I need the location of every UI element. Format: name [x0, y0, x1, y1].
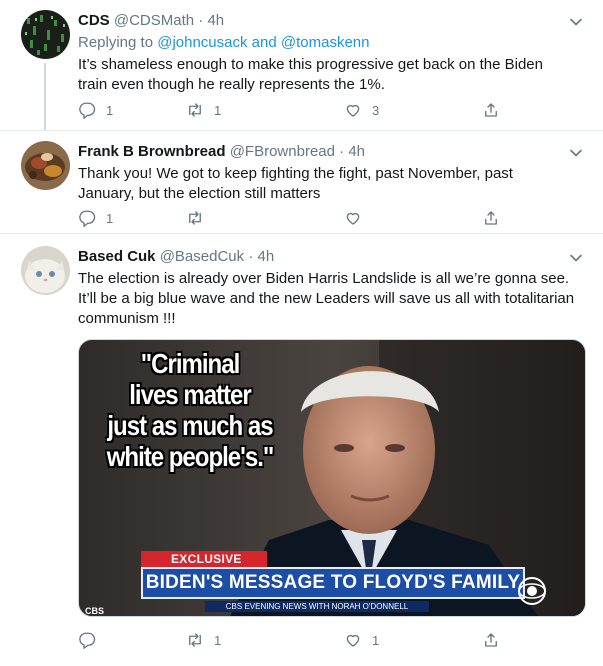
reply-count: 1 — [106, 210, 114, 226]
mention-link[interactable]: @tomaskenn — [281, 34, 370, 51]
share-icon — [485, 633, 497, 647]
tweet-text: It’s shameless enough to make this progr… — [78, 55, 585, 95]
thread-line — [44, 63, 46, 130]
exclusive-banner: EXCLUSIVE — [141, 551, 267, 567]
tweet-text-line: It’ll be a big blue wave and the new Lea… — [78, 290, 575, 307]
retweet-button[interactable] — [186, 208, 214, 228]
reply-icon — [79, 210, 96, 227]
reply-button[interactable]: 1 — [78, 208, 113, 228]
reply-button[interactable] — [78, 630, 106, 650]
tweet-text: The election is already over Biden Harri… — [78, 269, 585, 329]
separator: · — [198, 12, 204, 29]
like-count: 1 — [372, 632, 380, 648]
replying-to: Replying to @johncusack and @tomaskenn — [78, 33, 585, 53]
tweet-text-line: train even though he really represents t… — [78, 76, 385, 93]
like-count: 3 — [372, 102, 380, 118]
tweet-header: Based Cuk @BasedCuk · 4h — [78, 247, 585, 267]
tweet-actions: 1 — [78, 208, 508, 228]
user-handle[interactable]: @CDSMath — [114, 12, 194, 29]
tweet-text: Thank you! We got to keep fighting the f… — [78, 164, 585, 204]
user-handle[interactable]: @BasedCuk — [160, 248, 244, 265]
chevron-down-icon[interactable] — [569, 251, 583, 265]
reply-count: 1 — [106, 102, 114, 118]
tweet-1[interactable]: CDS @CDSMath · 4h Replying to @johncusac… — [0, 0, 603, 130]
tweet-text-line: The election is already over Biden Harri… — [78, 270, 570, 287]
avatar-based-cuk[interactable] — [21, 246, 70, 295]
mention-link[interactable]: @johncusack — [157, 34, 247, 51]
share-icon — [485, 211, 497, 225]
share-icon — [485, 103, 497, 117]
like-button[interactable]: 3 — [344, 100, 379, 120]
retweet-icon — [189, 633, 201, 647]
quote-line: "Criminal — [140, 348, 241, 379]
quote-line: just as much as — [107, 410, 273, 441]
chevron-down-icon[interactable] — [569, 146, 583, 160]
avatar-frank[interactable] — [21, 141, 70, 190]
cbs-corner-logo: CBS — [85, 606, 105, 616]
like-button[interactable] — [344, 208, 372, 228]
timestamp[interactable]: 4h — [207, 12, 224, 29]
news-headline-banner: BIDEN'S MESSAGE TO FLOYD'S FAMILY — [141, 567, 525, 599]
tweet-text-line: It’s shameless enough to make this progr… — [78, 56, 543, 73]
like-icon — [346, 634, 360, 647]
reply-button[interactable]: 1 — [78, 100, 113, 120]
tweet-media-image[interactable]: "Criminal lives matter just as much as w… — [78, 339, 586, 617]
tweet-2[interactable]: Frank B Brownbread @FBrownbread · 4h Tha… — [0, 131, 603, 233]
reply-icon — [79, 102, 96, 119]
like-icon — [346, 212, 360, 225]
retweet-button[interactable]: 1 — [186, 630, 221, 650]
replying-to-label: Replying to — [78, 34, 154, 51]
tweet-actions: 1 1 3 — [78, 100, 508, 120]
reply-and[interactable]: and — [252, 34, 277, 51]
quote-line: lives matter — [129, 379, 252, 410]
tweet-text-line: communism !!! — [78, 310, 176, 327]
quote-line: white people's." — [106, 441, 275, 472]
user-handle[interactable]: @FBrownbread — [230, 143, 335, 160]
tweet-text-line: Thank you! We got to keep fighting the f… — [78, 165, 513, 182]
retweet-icon — [189, 103, 201, 117]
chevron-down-icon[interactable] — [569, 15, 583, 29]
news-program-bar: CBS EVENING NEWS WITH NORAH O'DONNELL — [205, 601, 429, 612]
display-name[interactable]: Frank B Brownbread — [78, 143, 226, 160]
tweet-actions: 1 1 — [78, 630, 508, 650]
retweet-count: 1 — [214, 102, 222, 118]
share-button[interactable] — [482, 100, 500, 120]
like-icon — [346, 104, 360, 117]
quote-overlay: "Criminal lives matter just as much as w… — [98, 348, 282, 472]
display-name[interactable]: Based Cuk — [78, 248, 156, 265]
tweet-header: CDS @CDSMath · 4h — [78, 11, 585, 31]
reply-icon — [79, 632, 96, 649]
share-button[interactable] — [482, 630, 500, 650]
cbs-eye-logo-icon — [518, 577, 546, 605]
tweet-text-line: January, but the election still matters — [78, 185, 321, 202]
retweet-icon — [189, 211, 201, 225]
tweet-header: Frank B Brownbread @FBrownbread · 4h — [78, 142, 585, 162]
timestamp[interactable]: 4h — [348, 143, 365, 160]
share-button[interactable] — [482, 208, 500, 228]
separator: · — [248, 248, 254, 265]
like-button[interactable]: 1 — [344, 630, 379, 650]
display-name[interactable]: CDS — [78, 12, 110, 29]
timestamp[interactable]: 4h — [257, 248, 274, 265]
avatar-cds[interactable] — [21, 10, 70, 59]
retweet-button[interactable]: 1 — [186, 100, 221, 120]
retweet-count: 1 — [214, 632, 222, 648]
separator: · — [339, 143, 345, 160]
